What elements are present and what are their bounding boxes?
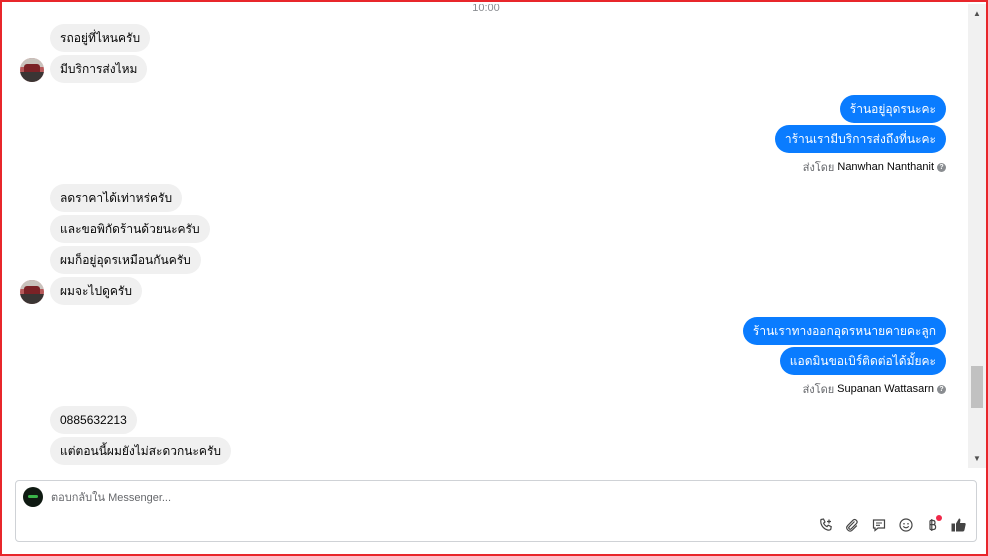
customer-avatar[interactable]: [20, 280, 44, 304]
emoji-icon[interactable]: [896, 515, 916, 535]
sent-by-prefix: ส่งโดย: [802, 162, 835, 174]
thread-timestamp: 10:00: [472, 4, 500, 14]
sent-by-prefix: ส่งโดย: [802, 384, 835, 396]
incoming-message[interactable]: ผมจะไปดูครับ: [50, 277, 142, 305]
help-icon[interactable]: ?: [937, 384, 946, 394]
sent-by-agent-name: Nanwhan Nanthanit: [837, 161, 934, 173]
notification-dot: [936, 515, 942, 521]
scroll-down-arrow-icon[interactable]: ▼: [968, 454, 986, 464]
outgoing-message[interactable]: ร้านเราทางออกอุดรหนายคายคะลูก: [742, 317, 946, 345]
incoming-message[interactable]: 0885632213: [50, 406, 137, 434]
help-icon[interactable]: ?: [937, 162, 946, 172]
scroll-up-arrow-icon[interactable]: ▲: [968, 9, 986, 19]
add-call-icon[interactable]: [816, 515, 836, 535]
incoming-message[interactable]: มีบริการส่งไหม: [50, 55, 148, 83]
scrollbar-thumb[interactable]: [971, 366, 983, 408]
sent-by-label: ส่งโดย Nanwhan Nanthanit ?: [803, 158, 946, 176]
attachment-icon[interactable]: [842, 515, 862, 535]
customer-avatar[interactable]: [20, 58, 44, 82]
incoming-message[interactable]: รถอยู่ที่ไหนครับ: [50, 24, 151, 52]
sent-by-agent-name: Supanan Wattasarn: [837, 383, 934, 395]
reply-composer: [15, 480, 977, 542]
page-avatar: [23, 487, 43, 507]
incoming-message[interactable]: ผมก็อยู่อุดรเหมือนกันครับ: [50, 246, 201, 274]
message-thread: 10:00 รถอยู่ที่ไหนครับ มีบริการส่งไหม ร้…: [4, 4, 968, 468]
payment-icon[interactable]: [922, 515, 942, 535]
incoming-message[interactable]: ลดราคาได้เท่าหร่ครับ: [50, 184, 183, 212]
saved-replies-icon[interactable]: [869, 515, 889, 535]
like-icon[interactable]: [949, 515, 969, 535]
thread-scrollbar[interactable]: ▲ ▼: [968, 4, 986, 468]
outgoing-message[interactable]: าร้านเรามีบริการส่งถึงที่นะคะ: [774, 125, 946, 153]
messenger-window: 10:00 รถอยู่ที่ไหนครับ มีบริการส่งไหม ร้…: [0, 0, 988, 556]
incoming-message[interactable]: แต่ตอนนี้ผมยังไม่สะดวกนะครับ: [50, 437, 232, 465]
reply-input[interactable]: [51, 489, 751, 507]
incoming-message[interactable]: และขอพิกัดร้านด้วยนะครับ: [50, 215, 210, 243]
sent-by-label: ส่งโดย Supanan Wattasarn ?: [803, 380, 946, 398]
outgoing-message[interactable]: แอดมินขอเบิร์ติดต่อได้มั้ยคะ: [779, 347, 946, 375]
outgoing-message[interactable]: ร้านอยู่อุดรนะคะ: [839, 95, 946, 123]
